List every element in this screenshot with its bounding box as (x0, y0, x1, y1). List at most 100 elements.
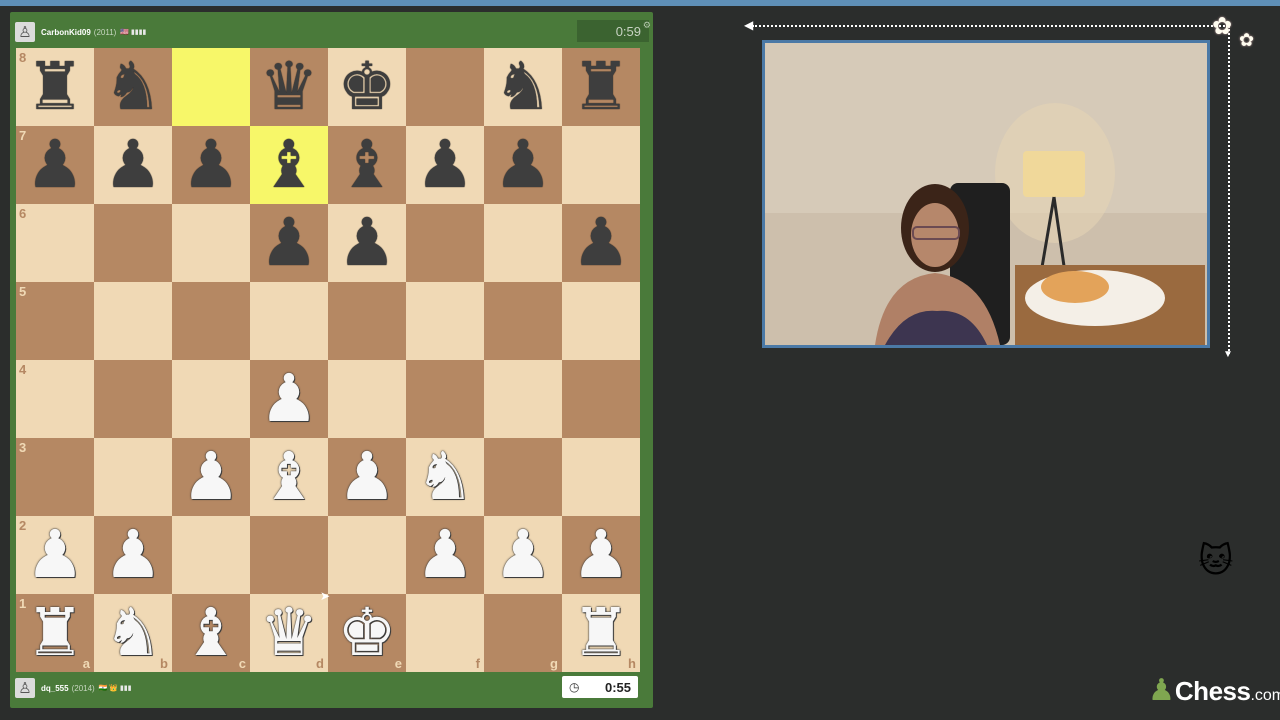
square-a2[interactable]: 2 ♟ (16, 516, 94, 594)
white-bishop-icon[interactable]: ♝ (259, 444, 318, 510)
square-h6[interactable]: ♟ (562, 204, 640, 282)
square-d5[interactable] (250, 282, 328, 360)
square-b2[interactable]: ♟ (94, 516, 172, 594)
bottom-player-name[interactable]: dq_555 (41, 684, 69, 693)
top-player-name[interactable]: CarbonKid09 (41, 28, 91, 37)
white-pawn-icon[interactable]: ♟ (571, 522, 630, 588)
chess-board[interactable]: 8 ♜ ♞ ♛ ♚ ♞ ♜ 7 ♟ ♟ ♟ ♝ ♝ ♟ ♟ 6 ♟ ♟ ♟ 5 4 ♟ 3 ♟ ♝ ♟ ♞ 2 ♟ ♟ ♟ ♟ ♟ 1 a ♜ b ♞ c ♝… (16, 48, 640, 672)
square-b8[interactable]: ♞ (94, 48, 172, 126)
square-c5[interactable] (172, 282, 250, 360)
square-e7[interactable]: ♝ (328, 126, 406, 204)
square-c4[interactable] (172, 360, 250, 438)
square-d7[interactable]: ♝ (250, 126, 328, 204)
square-b3[interactable] (94, 438, 172, 516)
black-rook-icon[interactable]: ♜ (25, 54, 84, 120)
black-pawn-icon[interactable]: ♟ (493, 132, 552, 198)
square-d2[interactable] (250, 516, 328, 594)
square-d8[interactable]: ♛ (250, 48, 328, 126)
square-f4[interactable] (406, 360, 484, 438)
square-a8[interactable]: 8 ♜ (16, 48, 94, 126)
settings-gear-icon[interactable]: ⚙ (643, 20, 651, 31)
square-h3[interactable] (562, 438, 640, 516)
black-king-icon[interactable]: ♚ (337, 54, 396, 120)
black-knight-icon[interactable]: ♞ (493, 54, 552, 120)
black-pawn-icon[interactable]: ♟ (259, 210, 318, 276)
square-g2[interactable]: ♟ (484, 516, 562, 594)
square-h8[interactable]: ♜ (562, 48, 640, 126)
white-queen-icon[interactable]: ♛ (259, 600, 318, 666)
square-c3[interactable]: ♟ (172, 438, 250, 516)
square-c6[interactable] (172, 204, 250, 282)
square-h4[interactable] (562, 360, 640, 438)
square-f5[interactable] (406, 282, 484, 360)
square-f1[interactable]: f (406, 594, 484, 672)
square-e1[interactable]: e ♚ (328, 594, 406, 672)
square-e3[interactable]: ♟ (328, 438, 406, 516)
square-f2[interactable]: ♟ (406, 516, 484, 594)
white-rook-icon[interactable]: ♜ (25, 600, 84, 666)
square-g6[interactable] (484, 204, 562, 282)
square-f6[interactable] (406, 204, 484, 282)
black-queen-icon[interactable]: ♛ (259, 54, 318, 120)
square-g4[interactable] (484, 360, 562, 438)
white-pawn-icon[interactable]: ♟ (337, 444, 396, 510)
black-knight-icon[interactable]: ♞ (103, 54, 162, 120)
white-king-icon[interactable]: ♚ (337, 600, 396, 666)
black-pawn-icon[interactable]: ♟ (571, 210, 630, 276)
white-pawn-icon[interactable]: ♟ (259, 366, 318, 432)
white-pawn-icon[interactable]: ♟ (25, 522, 84, 588)
white-pawn-icon[interactable]: ♟ (493, 522, 552, 588)
square-f8[interactable] (406, 48, 484, 126)
square-e2[interactable] (328, 516, 406, 594)
square-h5[interactable] (562, 282, 640, 360)
square-a7[interactable]: 7 ♟ (16, 126, 94, 204)
white-rook-icon[interactable]: ♜ (571, 600, 630, 666)
black-pawn-icon[interactable]: ♟ (337, 210, 396, 276)
square-g5[interactable] (484, 282, 562, 360)
square-c2[interactable] (172, 516, 250, 594)
square-c8[interactable] (172, 48, 250, 126)
square-c1[interactable]: c ♝ (172, 594, 250, 672)
black-pawn-icon[interactable]: ♟ (103, 132, 162, 198)
square-b7[interactable]: ♟ (94, 126, 172, 204)
square-e6[interactable]: ♟ (328, 204, 406, 282)
pawn-avatar-icon[interactable]: ♙ (15, 678, 35, 698)
square-b1[interactable]: b ♞ (94, 594, 172, 672)
square-e8[interactable]: ♚ (328, 48, 406, 126)
square-a6[interactable]: 6 (16, 204, 94, 282)
square-b5[interactable] (94, 282, 172, 360)
black-pawn-icon[interactable]: ♟ (181, 132, 240, 198)
square-d6[interactable]: ♟ (250, 204, 328, 282)
square-a5[interactable]: 5 (16, 282, 94, 360)
square-c7[interactable]: ♟ (172, 126, 250, 204)
square-g7[interactable]: ♟ (484, 126, 562, 204)
black-rook-icon[interactable]: ♜ (571, 54, 630, 120)
black-pawn-icon[interactable]: ♟ (415, 132, 474, 198)
square-g1[interactable]: g (484, 594, 562, 672)
black-pawn-icon[interactable]: ♟ (25, 132, 84, 198)
square-h2[interactable]: ♟ (562, 516, 640, 594)
square-a4[interactable]: 4 (16, 360, 94, 438)
square-e4[interactable] (328, 360, 406, 438)
square-h1[interactable]: h ♜ (562, 594, 640, 672)
square-a1[interactable]: 1 a ♜ (16, 594, 94, 672)
square-h7[interactable] (562, 126, 640, 204)
square-e5[interactable] (328, 282, 406, 360)
white-knight-icon[interactable]: ♞ (415, 444, 474, 510)
square-b4[interactable] (94, 360, 172, 438)
square-b6[interactable] (94, 204, 172, 282)
black-bishop-icon[interactable]: ♝ (337, 132, 396, 198)
square-f7[interactable]: ♟ (406, 126, 484, 204)
white-pawn-icon[interactable]: ♟ (415, 522, 474, 588)
pawn-avatar-icon[interactable]: ♙ (15, 22, 35, 42)
square-a3[interactable]: 3 (16, 438, 94, 516)
square-d1[interactable]: d ♛ (250, 594, 328, 672)
white-pawn-icon[interactable]: ♟ (181, 444, 240, 510)
white-knight-icon[interactable]: ♞ (103, 600, 162, 666)
square-g8[interactable]: ♞ (484, 48, 562, 126)
square-g3[interactable] (484, 438, 562, 516)
black-bishop-icon[interactable]: ♝ (259, 132, 318, 198)
square-f3[interactable]: ♞ (406, 438, 484, 516)
white-pawn-icon[interactable]: ♟ (103, 522, 162, 588)
square-d4[interactable]: ♟ (250, 360, 328, 438)
